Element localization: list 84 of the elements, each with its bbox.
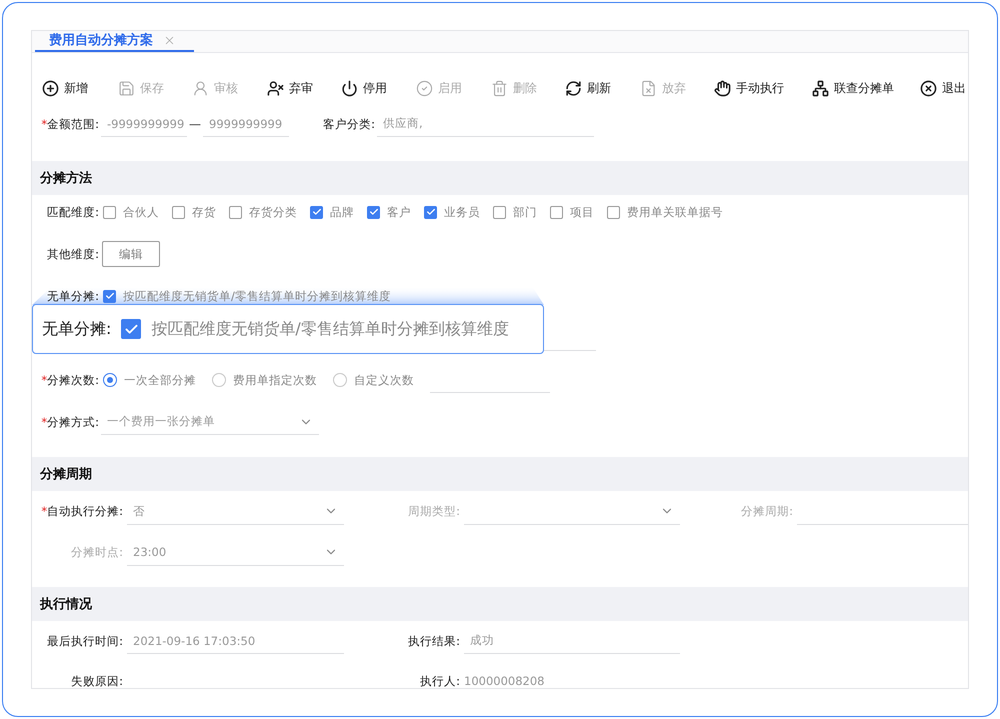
power-icon bbox=[341, 80, 358, 96]
radio-label: 自定义次数 bbox=[354, 372, 414, 388]
max-amount-field[interactable]: 9999999999 bbox=[203, 111, 289, 137]
network-icon bbox=[812, 80, 829, 96]
check-icon bbox=[426, 207, 436, 217]
toolbar-button[interactable]: 刷新 bbox=[565, 80, 611, 96]
toolbar-button[interactable]: 停用 bbox=[341, 80, 387, 96]
input-field: 成功 bbox=[464, 628, 680, 654]
checkbox-label: 合伙人 bbox=[123, 204, 159, 220]
field-value: 10000008208 bbox=[464, 674, 546, 688]
check-icon bbox=[368, 207, 378, 217]
checkbox[interactable] bbox=[424, 206, 437, 218]
field-label: 分摊周期: bbox=[741, 504, 793, 518]
toolbar-button[interactable]: 新增 bbox=[42, 80, 88, 96]
field-label: 其他维度: bbox=[46, 246, 100, 262]
checkbox-label: 客户 bbox=[387, 204, 411, 220]
section-header: 分摊周期 bbox=[32, 457, 968, 491]
callout-label: 无单分摊: bbox=[42, 318, 112, 340]
add-icon bbox=[42, 80, 59, 96]
field-label: 金额范围: bbox=[47, 116, 99, 130]
file-x-icon bbox=[640, 80, 657, 96]
radio-label: 一次全部分摊 bbox=[124, 372, 196, 388]
checkbox-label: 部门 bbox=[513, 204, 537, 220]
checkbox-label: 费用单关联单据号 bbox=[627, 204, 723, 220]
section-header: 执行情况 bbox=[32, 587, 968, 621]
field-label: 分摊次数: bbox=[47, 372, 99, 386]
field-label: 分摊时点: bbox=[71, 545, 123, 559]
mode-select[interactable]: 一个费用一张分摊单 bbox=[101, 409, 319, 435]
refresh-icon bbox=[565, 80, 582, 96]
hand-icon bbox=[714, 80, 731, 96]
checkbox-label: 业务员 bbox=[444, 204, 480, 220]
customer-category-field[interactable]: 供应商, bbox=[377, 111, 594, 137]
trash-icon bbox=[491, 80, 508, 96]
field-label: 执行结果: bbox=[407, 634, 461, 648]
radio-label: 费用单指定次数 bbox=[233, 372, 317, 388]
min-amount-field[interactable]: -9999999999 bbox=[101, 111, 187, 137]
radio-button[interactable] bbox=[103, 373, 117, 387]
field-label: 匹配维度: bbox=[46, 204, 100, 220]
required-mark: * bbox=[41, 372, 48, 386]
checkbox[interactable] bbox=[493, 206, 506, 218]
field-label: 无单分摊: bbox=[46, 288, 100, 304]
toolbar-button[interactable]: 手动执行 bbox=[714, 80, 784, 96]
checkbox[interactable] bbox=[172, 206, 185, 218]
required-mark: * bbox=[41, 116, 48, 130]
check-circle-icon bbox=[416, 80, 433, 96]
checkbox[interactable] bbox=[103, 206, 116, 218]
field-label: 失败原因: bbox=[70, 674, 124, 688]
toolbar-button[interactable]: 弃审 bbox=[267, 80, 313, 96]
checkbox-label: 项目 bbox=[570, 204, 594, 220]
checkbox[interactable] bbox=[550, 206, 563, 218]
edit-button[interactable]: 编辑 bbox=[102, 241, 160, 267]
select-field[interactable]: 否 bbox=[127, 498, 344, 524]
checkbox-label: 品牌 bbox=[330, 204, 354, 220]
field-label: 最后执行时间: bbox=[46, 634, 124, 648]
save-icon bbox=[118, 80, 135, 96]
radio-button[interactable] bbox=[212, 373, 226, 387]
field-label: 周期类型: bbox=[408, 504, 460, 518]
checkbox[interactable] bbox=[310, 206, 323, 218]
check-icon bbox=[104, 291, 114, 301]
checkbox-label: 按匹配维度无销货单/零售结算单时分摊到核算维度 bbox=[123, 288, 391, 304]
toolbar-button[interactable]: 联查分摊单 bbox=[812, 80, 894, 96]
user-icon bbox=[192, 80, 209, 96]
close-circle-icon bbox=[920, 80, 937, 96]
field-label: 客户分类: bbox=[322, 116, 376, 132]
checkbox-label: 存货分类 bbox=[249, 204, 297, 220]
radio-button[interactable] bbox=[333, 373, 347, 387]
field-label: 执行人: bbox=[419, 674, 461, 688]
toolbar-button[interactable]: 退出 bbox=[920, 80, 966, 96]
checkbox[interactable] bbox=[607, 206, 620, 218]
section-header: 分摊方法 bbox=[32, 161, 968, 195]
range-dash: — bbox=[188, 117, 202, 131]
callout-text: 按匹配维度无销货单/零售结算单时分摊到核算维度 bbox=[151, 318, 509, 340]
document-tab[interactable]: 费用自动分摊方案 bbox=[35, 31, 194, 52]
checkbox[interactable] bbox=[367, 206, 380, 218]
required-mark: * bbox=[41, 414, 48, 428]
checkbox[interactable] bbox=[229, 206, 242, 218]
check-icon bbox=[312, 207, 322, 217]
field-label: 分摊方式: bbox=[47, 414, 99, 428]
checkbox[interactable] bbox=[103, 290, 116, 302]
checkbox-label: 存货 bbox=[192, 204, 216, 220]
user-x-icon bbox=[267, 80, 284, 96]
required-mark: * bbox=[41, 504, 48, 518]
input-field: 2021-09-16 17:03:50 bbox=[127, 628, 344, 654]
field-label: 自动执行分摊: bbox=[47, 504, 123, 518]
